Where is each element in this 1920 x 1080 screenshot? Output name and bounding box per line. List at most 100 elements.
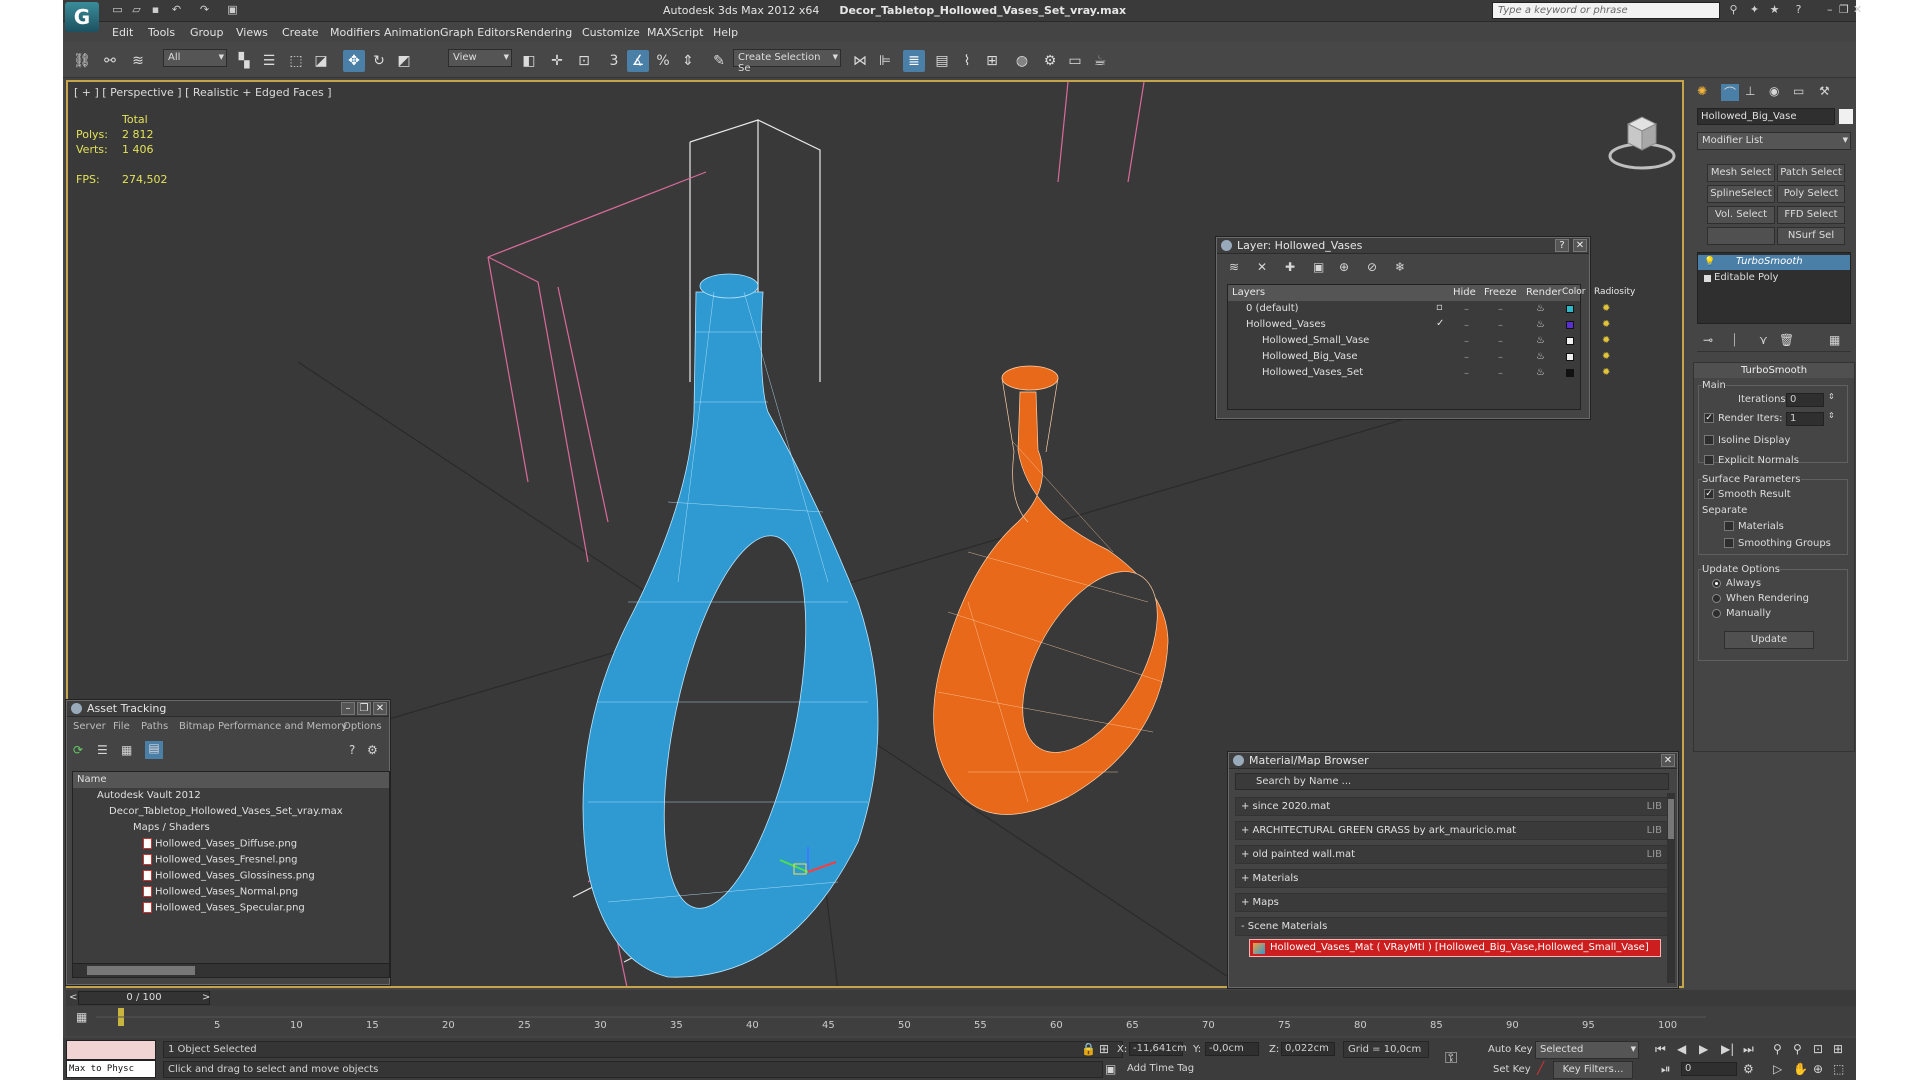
explicit-normals-checkbox[interactable] [1704, 455, 1714, 465]
zoom-extents-all-icon[interactable]: ⊞ [1833, 1042, 1843, 1056]
bind-space-warp-icon[interactable]: ≋ [127, 50, 149, 72]
layer-row[interactable]: 0 (default) ▫ – – ♨ ✹ [1228, 301, 1610, 317]
render-iters-checkbox[interactable]: ✓ [1704, 413, 1714, 423]
material-group-row[interactable]: + Materials [1235, 869, 1669, 888]
delete-layer-icon[interactable]: ✕ [1257, 260, 1267, 274]
mirror-icon[interactable]: ⋈ [849, 50, 871, 72]
asset-menu-options[interactable]: Options [343, 721, 382, 732]
object-name-field[interactable]: Hollowed_Big_Vase [1697, 108, 1835, 125]
render-teapot-icon[interactable]: ♨ [1536, 335, 1545, 346]
scrollbar-thumb[interactable] [87, 966, 195, 975]
col-hide[interactable]: Hide [1453, 287, 1476, 298]
always-radio[interactable] [1712, 579, 1721, 588]
key-icon[interactable]: ╱ [1537, 1061, 1544, 1075]
goto-start-icon[interactable]: ⏮ [1655, 1042, 1666, 1057]
table-view-icon[interactable]: ▤ [145, 741, 163, 759]
angle-snap-icon[interactable]: ∡ [627, 50, 649, 72]
select-and-move-icon[interactable]: ✥ [343, 50, 365, 72]
layer-row[interactable]: Hollowed_Vases_Set – – ♨ ✹ [1228, 365, 1610, 381]
menu-animation[interactable]: Animation [384, 26, 440, 39]
poly-select-button[interactable]: Poly Select [1777, 185, 1845, 203]
checkmark-icon[interactable]: ✓ [1436, 318, 1444, 329]
prev-frame-icon[interactable]: ◀ [1677, 1042, 1686, 1056]
pan-icon[interactable]: ✋ [1793, 1062, 1808, 1076]
object-color-swatch[interactable] [1839, 109, 1853, 124]
schematic-view-icon[interactable]: ⊞ [981, 50, 1003, 72]
orange-vase-model[interactable] [933, 365, 1185, 815]
absolute-mode-icon[interactable]: ⊞ [1099, 1042, 1109, 1056]
close-icon[interactable]: ✕ [1573, 239, 1587, 252]
render-setup-icon[interactable]: ⚙ [1039, 50, 1061, 72]
close-icon[interactable]: ✕ [373, 702, 387, 715]
selection-filter-dropdown[interactable]: All [163, 49, 227, 67]
keyboard-shortcut-override-icon[interactable]: ⊡ [573, 50, 595, 72]
auto-key-button[interactable]: Auto Key [1488, 1044, 1533, 1055]
when-rendering-radio[interactable] [1712, 594, 1721, 603]
key-mode-icon[interactable]: ⏯ [1661, 1062, 1671, 1077]
empty-modifier-button[interactable] [1707, 227, 1775, 245]
iterations-spinner[interactable]: 0 [1786, 393, 1824, 407]
vol-select-button[interactable]: Vol. Select [1707, 206, 1775, 224]
tree-item[interactable]: Decor_Tabletop_Hollowed_Vases_Set_vray.m… [73, 804, 389, 820]
material-library-row[interactable]: + old painted wall.mat LIB [1235, 845, 1669, 864]
blue-vase-model[interactable] [582, 273, 879, 978]
make-unique-icon[interactable]: ⋎ [1759, 333, 1768, 347]
smooth-result-checkbox[interactable]: ✓ [1704, 489, 1714, 499]
menu-maxscript[interactable]: MAXScript [647, 26, 703, 39]
reference-coordinate-dropdown[interactable]: View [448, 49, 512, 67]
select-and-rotate-icon[interactable]: ↻ [368, 50, 390, 72]
x-coordinate-field[interactable]: -11,641cm [1129, 1042, 1187, 1056]
add-layer-icon[interactable]: ✚ [1285, 260, 1295, 274]
hierarchy-tab-icon[interactable]: ⊥ [1745, 84, 1755, 98]
select-objects-icon[interactable]: ▣ [1313, 260, 1324, 274]
scrollbar-thumb[interactable] [1668, 799, 1674, 839]
tree-item[interactable]: Autodesk Vault 2012 [73, 788, 389, 804]
time-prev-icon[interactable]: < [69, 992, 77, 1003]
radiosity-icon[interactable]: ✹ [1602, 367, 1610, 378]
render-teapot-icon[interactable]: ♨ [1536, 303, 1545, 314]
highlight-layer-icon[interactable]: ⊕ [1339, 260, 1349, 274]
thumbnail-icon[interactable]: ▦ [121, 743, 132, 757]
named-selection-dropdown[interactable]: Create Selection Se [733, 49, 841, 74]
menu-views[interactable]: Views [236, 26, 268, 39]
show-end-result-icon[interactable]: ⏐ [1731, 333, 1738, 348]
manually-radio[interactable] [1712, 609, 1721, 618]
select-and-scale-icon[interactable]: ◩ [393, 50, 415, 72]
rollout-title[interactable]: TurboSmooth [1694, 363, 1854, 378]
display-tab-icon[interactable]: ▭ [1793, 84, 1804, 98]
curve-editor-icon[interactable]: ⌇ [956, 50, 978, 72]
material-group-row[interactable]: - Scene Materials [1235, 917, 1669, 936]
window-crossing-icon[interactable]: ◪ [310, 50, 332, 72]
y-coordinate-field[interactable]: -0,0cm [1205, 1042, 1259, 1056]
utilities-tab-icon[interactable]: ⚒ [1819, 84, 1830, 98]
col-name[interactable]: Name [77, 774, 107, 785]
help-icon[interactable]: ? [349, 743, 355, 757]
asset-menu-paths[interactable]: Paths [141, 721, 168, 732]
bulb-icon[interactable]: 💡 [1704, 257, 1715, 267]
snaps-toggle-icon[interactable]: 3 [603, 50, 625, 72]
material-library-row[interactable]: + ARCHITECTURAL GREEN GRASS by ark_mauri… [1235, 821, 1669, 840]
tree-item[interactable]: Maps / Shaders [73, 820, 389, 836]
align-icon[interactable]: ⊫ [874, 50, 896, 72]
z-coordinate-field[interactable]: 0,022cm [1281, 1042, 1335, 1056]
material-library-row[interactable]: + since 2020.mat LIB [1235, 797, 1669, 816]
spinner-arrows-icon[interactable]: ⇕ [1828, 392, 1835, 401]
menu-create[interactable]: Create [282, 26, 319, 39]
scene-material-item[interactable]: Hollowed_Vases_Mat ( VRayMtl ) [Hollowed… [1249, 939, 1661, 957]
zoom-extents-icon[interactable]: ⊡ [1813, 1042, 1823, 1056]
col-render[interactable]: Render [1526, 287, 1562, 298]
time-slider[interactable]: < 0 / 100 > [66, 990, 1856, 1006]
help-search-input[interactable]: Type a keyword or phrase [1492, 2, 1720, 19]
rectangular-region-icon[interactable]: ⬚ [285, 50, 307, 72]
restore-icon[interactable]: ❐ [1839, 3, 1849, 16]
render-teapot-icon[interactable]: ♨ [1536, 367, 1545, 378]
favorites-icon[interactable]: ★ [1767, 3, 1782, 18]
restore-icon[interactable]: ❐ [357, 702, 371, 715]
modify-tab-icon[interactable]: ⌒ [1721, 84, 1739, 101]
app-logo-button[interactable]: G [65, 2, 99, 32]
undo-icon[interactable]: ↶ [169, 3, 184, 18]
minimize-icon[interactable]: – [1827, 3, 1833, 16]
layer-row[interactable]: Hollowed_Small_Vase – – ♨ ✹ [1228, 333, 1610, 349]
select-object-icon[interactable]: ▚ [233, 50, 255, 72]
time-config-icon[interactable]: ⚙ [1743, 1062, 1754, 1076]
